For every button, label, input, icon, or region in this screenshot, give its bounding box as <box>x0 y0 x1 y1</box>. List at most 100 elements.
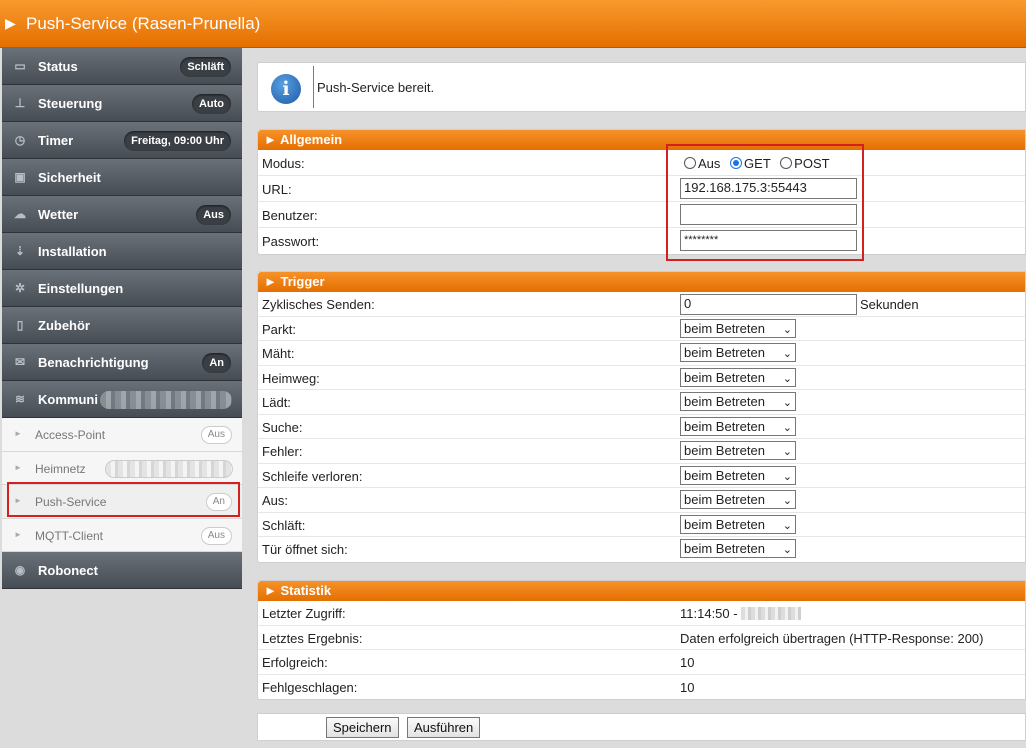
sidebar-item-label: Wetter <box>38 207 79 222</box>
row-modus: Modus: Aus GET POST <box>258 150 1025 176</box>
trigger-select-suche[interactable]: beim Betreten ⌄ <box>680 416 796 436</box>
field-label: Lädt: <box>262 395 291 410</box>
sidebar-item-robonect[interactable]: ◉ Robonect <box>2 552 242 589</box>
chevron-down-icon: ⌄ <box>782 519 792 532</box>
status-badge: Aus <box>200 426 232 444</box>
chart-icon: ▭ <box>14 59 26 73</box>
field-label: Schleife verloren: <box>262 468 363 484</box>
sidebar-item-label: Sicherheit <box>38 170 101 185</box>
sidebar-item-label: Zubehör <box>38 318 90 333</box>
stat-row: Letzter Zugriff: 11:14:50 - <box>258 601 1025 626</box>
row-benutzer: Benutzer: <box>258 202 1025 228</box>
sidebar-item-wetter[interactable]: ☁ Wetter Aus <box>2 196 242 233</box>
section-title: ► Statistik <box>258 581 1025 601</box>
trigger-select-tuer[interactable]: beim Betreten ⌄ <box>680 539 796 558</box>
page-title: Push-Service (Rasen-Prunella) <box>26 14 261 33</box>
sidebar-subitem-access-point[interactable]: ► Access-Point Aus <box>2 418 242 452</box>
chevron-down-icon: ⌄ <box>782 348 792 360</box>
button-bar: Speichern Ausführen <box>257 713 1026 741</box>
trigger-select-schleife[interactable]: beim Betreten ⌄ <box>680 465 796 485</box>
trigger-select-aus[interactable]: beim Betreten ⌄ <box>680 490 796 509</box>
sidebar-item-benachrichtigung[interactable]: ✉ Benachrichtigung An <box>2 344 242 381</box>
save-button[interactable]: Speichern <box>326 717 399 738</box>
status-badge: Schläft <box>180 57 231 77</box>
row-zyklisch: Zyklisches Senden: 0 Sekunden <box>258 292 1025 317</box>
last-access-value: 11:14:50 - <box>680 606 802 621</box>
highlight-frame <box>7 482 240 517</box>
chevron-down-icon: ⌄ <box>782 470 792 483</box>
trigger-row: Schleife verloren: beim Betreten ⌄ <box>258 464 1025 488</box>
trigger-select-schlaeft[interactable]: beim Betreten ⌄ <box>680 514 796 534</box>
trigger-row: Suche: beim Betreten ⌄ <box>258 415 1025 439</box>
highlight-frame <box>666 144 864 261</box>
field-label: URL: <box>262 182 292 197</box>
trigger-row: Mäht: beim Betreten ⌄ <box>258 341 1025 366</box>
sidebar-item-zubehoer[interactable]: ▯ Zubehör <box>2 307 242 344</box>
info-message-box: i Push-Service bereit. <box>257 62 1026 112</box>
trigger-select-fehler[interactable]: beim Betreten ⌄ <box>680 441 796 460</box>
gear-icon: ✲ <box>14 281 26 295</box>
trigger-select-laedt[interactable]: beim Betreten ⌄ <box>680 392 796 411</box>
trigger-row: Heimweg: beim Betreten ⌄ <box>258 366 1025 390</box>
sidebar-item-sicherheit[interactable]: ▣ Sicherheit <box>2 159 242 196</box>
stat-row: Letztes Ergebnis: Daten erfolgreich über… <box>258 626 1025 650</box>
sidebar-subitem-label: MQTT-Client <box>35 528 104 543</box>
chevron-down-icon: ⌄ <box>782 544 792 556</box>
sidebar-item-steuerung[interactable]: ⊥ Steuerung Auto <box>2 85 242 122</box>
field-label: Parkt: <box>262 321 296 337</box>
field-label: Fehler: <box>262 444 303 459</box>
sidebar-item-label: Benachrichtigung <box>38 355 149 370</box>
field-label: Letztes Ergebnis: <box>262 630 363 646</box>
sidebar-item-label: Status <box>38 59 78 74</box>
redacted-badge <box>100 391 232 409</box>
top-bar: ▶ Push-Service (Rasen-Prunella) <box>0 0 1026 48</box>
field-label: Modus: <box>262 156 305 171</box>
field-label: Benutzer: <box>262 208 318 223</box>
field-label: Erfolgreich: <box>262 655 328 670</box>
wifi-icon: ≋ <box>14 392 26 406</box>
stat-row: Fehlgeschlagen: 10 <box>258 675 1025 700</box>
robonect-icon: ◉ <box>14 563 26 577</box>
sidebar-item-timer[interactable]: ◷ Timer Freitag, 09:00 Uhr <box>2 122 242 159</box>
cyclic-interval-input[interactable]: 0 <box>680 294 857 315</box>
field-label: Zyklisches Senden: <box>262 297 375 312</box>
info-message: Push-Service bereit. <box>317 80 435 95</box>
trigger-row: Aus: beim Betreten ⌄ <box>258 488 1025 513</box>
accessory-icon: ▯ <box>16 318 24 332</box>
lock-icon: ▣ <box>14 170 26 184</box>
field-label: Schläft: <box>262 517 306 533</box>
trigger-select-heimweg[interactable]: beim Betreten ⌄ <box>680 367 796 387</box>
sidebar-subitem-label: Heimnetz <box>35 461 86 476</box>
joystick-icon: ⊥ <box>14 96 26 110</box>
field-label: Tür öffnet sich: <box>262 542 348 557</box>
status-badge: Aus <box>200 526 232 545</box>
divider <box>313 66 314 108</box>
sidebar-item-status[interactable]: ▭ Status Schläft <box>2 48 242 85</box>
section-title: ► Trigger <box>258 272 1025 292</box>
sidebar-subitem-heimnetz[interactable]: ► Heimnetz <box>2 451 242 485</box>
execute-button[interactable]: Ausführen <box>407 717 481 738</box>
trigger-row: Tür öffnet sich: beim Betreten ⌄ <box>258 537 1025 562</box>
sidebar-item-label: Installation <box>38 244 107 259</box>
chevron-down-icon: ⌄ <box>782 446 792 458</box>
field-label: Aus: <box>262 493 289 508</box>
sidebar-item-kommunikation[interactable]: ≋ Kommuni <box>2 381 242 418</box>
trigger-select-parkt[interactable]: beim Betreten ⌄ <box>680 318 796 338</box>
menu-toggle-icon[interactable]: ▶ <box>5 15 16 32</box>
field-label: Mäht: <box>262 346 295 361</box>
sidebar-item-installation[interactable]: ⇣ Installation <box>2 233 242 270</box>
status-badge: Aus <box>196 205 231 225</box>
trigger-row: Fehler: beim Betreten ⌄ <box>258 439 1025 464</box>
trigger-row: Lädt: beim Betreten ⌄ <box>258 390 1025 415</box>
failure-count: 10 <box>680 679 695 695</box>
chevron-down-icon: ⌄ <box>782 397 792 409</box>
chevron-down-icon: ⌄ <box>782 421 792 434</box>
sidebar-item-einstellungen[interactable]: ✲ Einstellungen <box>2 270 242 307</box>
trigger-select-maeht[interactable]: beim Betreten ⌄ <box>680 343 796 362</box>
sidebar-item-label: Steuerung <box>38 96 103 111</box>
row-passwort: Passwort: ******** <box>258 228 1025 254</box>
section-allgemein: ► Allgemein Modus: Aus GET POST URL: 192… <box>257 129 1026 255</box>
sidebar-subitem-mqtt-client[interactable]: ► MQTT-Client Aus <box>2 518 242 552</box>
bullet-icon: ► <box>14 529 22 539</box>
sidebar-item-label: Kommuni <box>38 392 98 407</box>
